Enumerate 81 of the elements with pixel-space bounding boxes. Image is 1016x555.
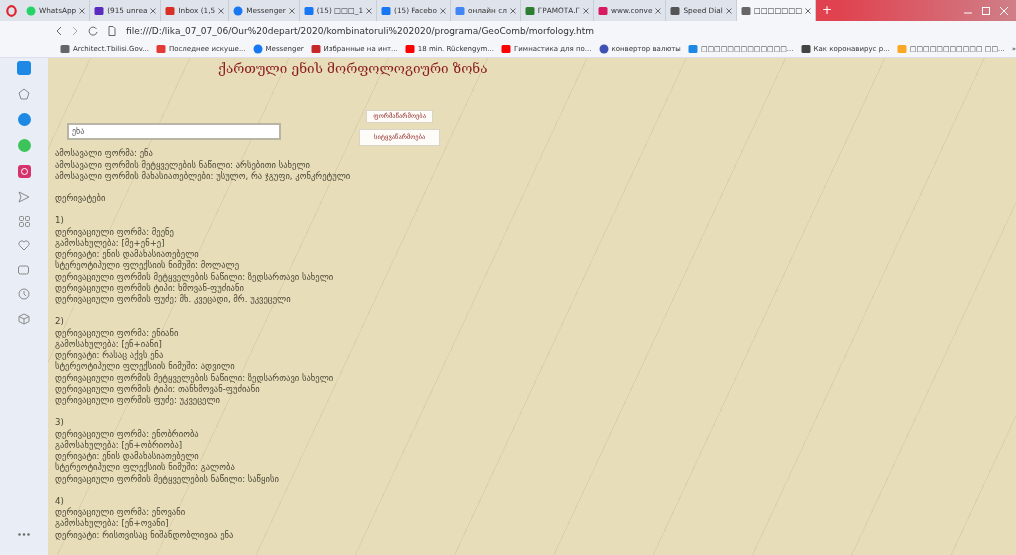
bookmark-icon <box>252 43 263 54</box>
item-number: 2) <box>55 316 65 328</box>
bookmark-icon <box>598 43 609 54</box>
text-line: ამოსავალი ფორმის მახასიათებლები: უსულო, რა ჯგუფი, კონკრეტული <box>55 170 352 182</box>
text-line: დერივაციული ფორმის მეტყველების ნაწილი: ზედსართავი სახელი <box>55 271 335 283</box>
more-icon[interactable] <box>18 533 30 536</box>
text-line: ამოსავალი ფორმის მეტყველების ნაწილი: არსებითი სახელი <box>55 159 312 171</box>
send-icon[interactable] <box>18 191 30 203</box>
bookmark-icon <box>60 43 70 54</box>
text-line: დერივაციული ფორმის ფუძე: მხ. კვეცადი, მრ. უკვეცელი <box>55 294 292 306</box>
text-line: სტერეოტიპული ფლექსიის ნიმუში: გალობა <box>55 462 236 474</box>
browser-logo-icon[interactable] <box>5 4 17 17</box>
reload-icon[interactable] <box>88 25 98 36</box>
text-line: გამოსახულება: [ენ+იანი] <box>55 338 163 350</box>
text-line: სტერეოტიპული ფლექსიის ნიმუში: მოლალე <box>55 260 240 272</box>
close-icon[interactable] <box>509 7 516 14</box>
bookmark-icon <box>501 43 512 54</box>
text-line: დერივატი: რისთვისაც ნიშანდობლივია ენა <box>55 529 235 541</box>
favicon-icon <box>740 5 751 16</box>
close-icon[interactable] <box>79 7 86 14</box>
text-line: გამოსახულება: [ენ+ოვანი] <box>55 518 170 530</box>
close-icon[interactable] <box>582 7 589 14</box>
close-icon[interactable] <box>218 7 225 14</box>
text-line: დერივაციული ფორმის მეტყველების ნაწილი: ზედსართავი სახელი <box>55 372 335 384</box>
close-icon[interactable] <box>655 7 662 14</box>
text-line: გამოსახულება: [ენ+ობრიობა] <box>55 439 184 451</box>
bookmark-icon <box>800 43 811 54</box>
bookmark-icon <box>155 43 166 54</box>
grid-icon[interactable] <box>18 216 30 227</box>
bookmark-icon <box>896 43 907 54</box>
close-icon[interactable] <box>288 7 295 14</box>
text-line: ამოსავალი ფორმა: ენა <box>55 148 154 160</box>
text-line: დერივაციული ფორმა: ენიანი <box>55 327 180 339</box>
favicon-icon <box>524 5 535 16</box>
text-line: დერივაციული ფორმის ტიპი: თანხმოვან-ფუძიანი <box>55 383 261 395</box>
text-line: დერივაციული ფორმის მეტყველების ნაწილი: საწყისი <box>55 473 280 485</box>
text-line: დერივაციული ფორმა: ენოვანი <box>55 507 187 518</box>
back-icon[interactable] <box>56 25 62 36</box>
text-line: დერივატი: რასაც აქვს ენა <box>55 350 165 361</box>
item-number: 4) <box>55 495 65 507</box>
text-line: სტერეოტიპული ფლექსიის ნიმუში: ადვილი <box>55 361 236 373</box>
close-icon[interactable] <box>150 7 157 14</box>
favicon-icon <box>165 5 176 16</box>
section-heading: დერივატები <box>55 193 107 205</box>
new-tab-button[interactable]: + <box>816 0 839 21</box>
forward-icon[interactable] <box>72 25 78 36</box>
text-line: დერივატი: ენის დამახასიათებელი <box>55 451 200 462</box>
text-line: დერივატი: ენის დამახასიათებელი <box>55 249 200 260</box>
favicon-icon <box>233 5 244 16</box>
favicon-icon <box>670 5 681 16</box>
bookmark-icon <box>404 43 415 54</box>
maximize-icon[interactable] <box>982 6 990 15</box>
favicon-icon <box>381 5 392 16</box>
item-number: 1) <box>55 215 65 227</box>
favicon-icon <box>94 5 105 16</box>
favicon-icon <box>26 5 36 16</box>
cube-icon[interactable] <box>18 313 30 325</box>
item-number: 3) <box>55 417 65 429</box>
sidebar-home-icon[interactable] <box>18 88 30 100</box>
close-icon[interactable] <box>725 7 732 14</box>
messenger-icon[interactable] <box>17 113 31 126</box>
bookmark-icon <box>687 43 698 54</box>
close-icon[interactable] <box>366 7 373 14</box>
text-line: დერივაციული ფორმა: მეენე <box>55 226 175 238</box>
favicon-icon <box>303 5 314 16</box>
favicon-icon <box>597 5 608 16</box>
close-icon[interactable] <box>439 7 446 14</box>
instagram-icon[interactable] <box>17 165 31 178</box>
page-title: ქართული ენის მორფოლოგიური ზონა <box>218 63 489 75</box>
text-line: დერივაციული ფორმა: ენობრიობა <box>55 428 200 440</box>
text-line: დერივაციული ფორმის ფუძე: უკვეცელი <box>55 395 222 407</box>
word-input[interactable]: ენა <box>67 123 281 141</box>
tabs-icon[interactable] <box>18 264 30 275</box>
text-line: დერივაციული ფორმის ტიპი: ხმოვან-ფუძიანი <box>55 282 245 294</box>
bookmark-icon <box>310 43 321 54</box>
page-icon <box>108 25 116 36</box>
clock-icon[interactable] <box>18 288 30 300</box>
text-line: გამოსახულება: [მე+ენ+ე] <box>55 237 166 249</box>
close-icon[interactable] <box>805 7 812 14</box>
favicon-icon <box>454 5 465 16</box>
heart-icon[interactable] <box>18 240 30 251</box>
